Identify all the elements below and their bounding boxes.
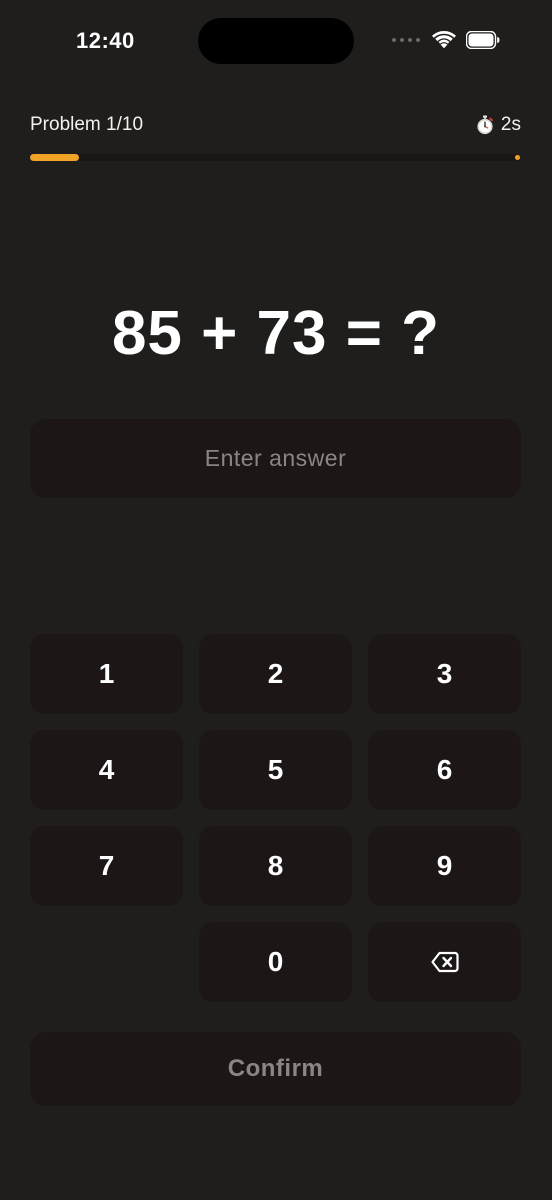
key-7[interactable]: 7	[30, 826, 183, 906]
key-4[interactable]: 4	[30, 730, 183, 810]
key-5[interactable]: 5	[199, 730, 352, 810]
confirm-button[interactable]: Confirm	[30, 1032, 521, 1106]
key-3[interactable]: 3	[368, 634, 521, 714]
backspace-icon	[430, 951, 459, 973]
answer-input[interactable]	[30, 419, 521, 498]
keypad-spacer	[30, 922, 183, 1002]
number-keypad: 1 2 3 4 5 6 7 8 9 0	[30, 634, 521, 1002]
key-6[interactable]: 6	[368, 730, 521, 810]
battery-icon	[466, 31, 500, 49]
problem-counter: Problem 1/10	[30, 114, 144, 135]
backspace-button[interactable]	[368, 922, 521, 1002]
key-0[interactable]: 0	[199, 922, 352, 1002]
key-2[interactable]: 2	[199, 634, 352, 714]
key-1[interactable]: 1	[30, 634, 183, 714]
progress-fill	[30, 154, 79, 161]
progress-end-marker	[515, 155, 520, 160]
status-indicators	[392, 30, 500, 50]
signal-dots-icon	[392, 38, 420, 42]
status-bar: 12:40	[0, 0, 552, 80]
timer: 2s	[475, 114, 521, 136]
math-problem: 85 + 73 = ?	[111, 299, 441, 368]
key-9[interactable]: 9	[368, 826, 521, 906]
status-time: 12:40	[76, 28, 135, 53]
timer-value: 2s	[500, 114, 521, 135]
progress-bar	[30, 154, 520, 161]
wifi-icon	[432, 31, 456, 49]
stopwatch-icon	[477, 115, 493, 135]
quiz-header: Problem 1/10 2s	[30, 112, 521, 138]
camera-notch	[198, 18, 354, 64]
key-8[interactable]: 8	[199, 826, 352, 906]
